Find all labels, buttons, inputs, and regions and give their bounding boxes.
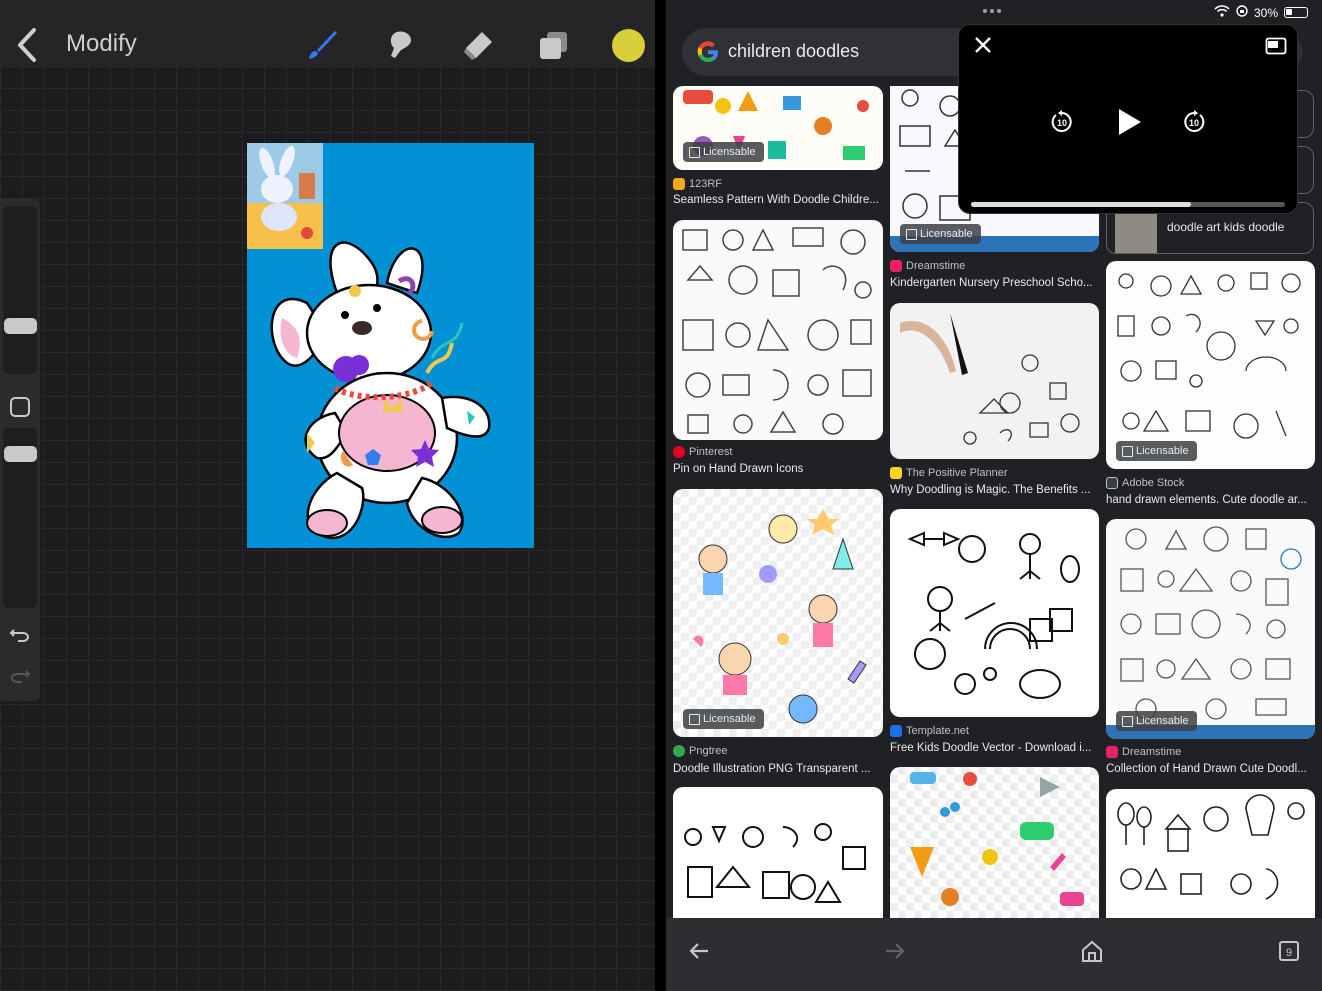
source-favicon-icon: [1106, 746, 1118, 758]
eraser-icon: [464, 32, 492, 60]
bottom-nav: 9: [666, 918, 1322, 991]
pip-progress-fill: [971, 202, 1191, 207]
result-title: Collection of Hand Drawn Cute Doodl...: [1106, 763, 1307, 775]
result-thumbnail: Licensable: [673, 489, 883, 737]
color-picker[interactable]: [612, 29, 645, 62]
pip-progress-bar[interactable]: [971, 202, 1285, 207]
eraser-tool[interactable]: [460, 28, 494, 62]
result-thumbnail: [1106, 789, 1315, 918]
brush-tool[interactable]: [305, 28, 339, 62]
play-button[interactable]: [1115, 107, 1143, 142]
result-source: Pngtree: [673, 745, 728, 757]
drawing-canvas[interactable]: [247, 143, 534, 548]
transform-title[interactable]: Modify: [66, 30, 137, 58]
brush-size-thumb[interactable]: [4, 318, 37, 334]
result-title: Why Doodling is Magic. The Benefits ...: [890, 484, 1091, 496]
battery-icon: [1284, 7, 1308, 18]
brush-size-slider[interactable]: [3, 206, 37, 374]
video-pip-player[interactable]: 10 10: [958, 24, 1298, 214]
result-source: 123RF: [673, 178, 722, 190]
licensable-badge: Licensable: [683, 709, 764, 729]
smudge-icon: [390, 31, 411, 58]
opacity-thumb[interactable]: [4, 446, 37, 462]
home-icon: [1082, 940, 1102, 962]
play-icon: [1119, 109, 1141, 135]
procreate-toolbar: Modify: [0, 0, 655, 68]
orientation-lock-icon: [1236, 5, 1248, 20]
layers-tool[interactable]: [537, 28, 571, 62]
svg-text:10: 10: [1057, 118, 1067, 128]
pip-restore-icon: [1265, 37, 1287, 55]
licensable-badge: Licensable: [900, 224, 981, 244]
source-favicon-icon: [1106, 477, 1118, 489]
result-title: Free Kids Doodle Vector - Download i...: [890, 742, 1092, 754]
arrow-right-icon: [886, 943, 905, 959]
modify-button[interactable]: [10, 397, 30, 417]
home-nav-button[interactable]: [1077, 936, 1107, 966]
svg-text:9: 9: [1286, 947, 1292, 959]
arrow-left-icon: [689, 943, 708, 959]
result-source: Dreamstime: [1106, 746, 1181, 758]
result-source: Template.net: [890, 725, 969, 737]
bunny-drawing: [270, 241, 491, 540]
search-query: children doodles: [728, 41, 860, 61]
result-source: Dreamstime: [890, 260, 965, 272]
tabs-icon: 9: [1279, 941, 1299, 961]
source-favicon-icon: [673, 446, 685, 458]
svg-text:10: 10: [1189, 118, 1199, 128]
result-source: Adobe Stock: [1106, 477, 1184, 489]
result-thumbnail: [673, 787, 883, 918]
redo-button[interactable]: [8, 663, 32, 687]
chevron-left-icon: [18, 28, 36, 62]
licensable-badge: Licensable: [1116, 441, 1197, 461]
tabs-nav-button[interactable]: 9: [1274, 936, 1304, 966]
result-title: hand drawn elements. Cute doodle ar...: [1106, 494, 1307, 506]
result-thumbnail: [890, 303, 1099, 459]
undo-icon: [9, 629, 30, 642]
result-title: Doodle Illustration PNG Transparent ...: [673, 763, 871, 775]
wifi-icon: [1214, 5, 1230, 20]
status-bar: 30%: [1214, 5, 1308, 20]
source-favicon-icon: [890, 725, 902, 737]
result-title: Pin on Hand Drawn Icons: [673, 463, 804, 475]
close-icon: [975, 37, 991, 53]
forward-nav-button[interactable]: [880, 936, 910, 966]
source-favicon-icon: [673, 178, 685, 190]
skip-forward-button[interactable]: 10: [1181, 109, 1207, 140]
source-favicon-icon: [890, 467, 902, 479]
licensable-badge: Licensable: [1116, 711, 1197, 731]
source-favicon-icon: [673, 745, 685, 757]
screen: Modify 30% children doodles Licensable 1…: [0, 0, 1322, 991]
pip-close-button[interactable]: [973, 35, 993, 55]
multitask-dots[interactable]: [983, 9, 1001, 13]
back-button[interactable]: [12, 26, 42, 66]
result-title: Seamless Pattern With Doodle Childre...: [673, 194, 879, 206]
layers-icon: [540, 32, 567, 59]
pip-expand-button[interactable]: [1265, 37, 1287, 55]
brush-icon: [309, 31, 337, 59]
related-search-label: doodle art kids doodle: [1167, 220, 1285, 234]
result-thumbnail: [673, 220, 883, 440]
result-source: Pinterest: [673, 446, 732, 458]
smudge-tool[interactable]: [383, 28, 417, 62]
redo-icon: [10, 670, 31, 683]
skip-forward-10-icon: 10: [1184, 110, 1205, 132]
result-source: The Positive Planner: [890, 467, 1008, 479]
result-title: Kindergarten Nursery Preschool Scho...: [890, 277, 1093, 289]
battery-percent: 30%: [1253, 5, 1278, 20]
result-thumbnail: [890, 767, 1099, 918]
google-logo-icon: [697, 41, 718, 63]
source-favicon-icon: [890, 260, 902, 272]
back-nav-button[interactable]: [684, 936, 714, 966]
skip-back-button[interactable]: 10: [1049, 109, 1075, 140]
result-thumbnail: Licensable: [1106, 261, 1315, 469]
licensable-badge: Licensable: [683, 142, 764, 162]
procreate-app: Modify: [0, 0, 655, 991]
result-thumbnail: Licensable: [1106, 519, 1315, 739]
result-thumbnail: Licensable: [673, 86, 883, 170]
skip-back-10-icon: 10: [1051, 110, 1072, 132]
result-thumbnail: [890, 509, 1099, 717]
undo-button[interactable]: [8, 622, 32, 646]
